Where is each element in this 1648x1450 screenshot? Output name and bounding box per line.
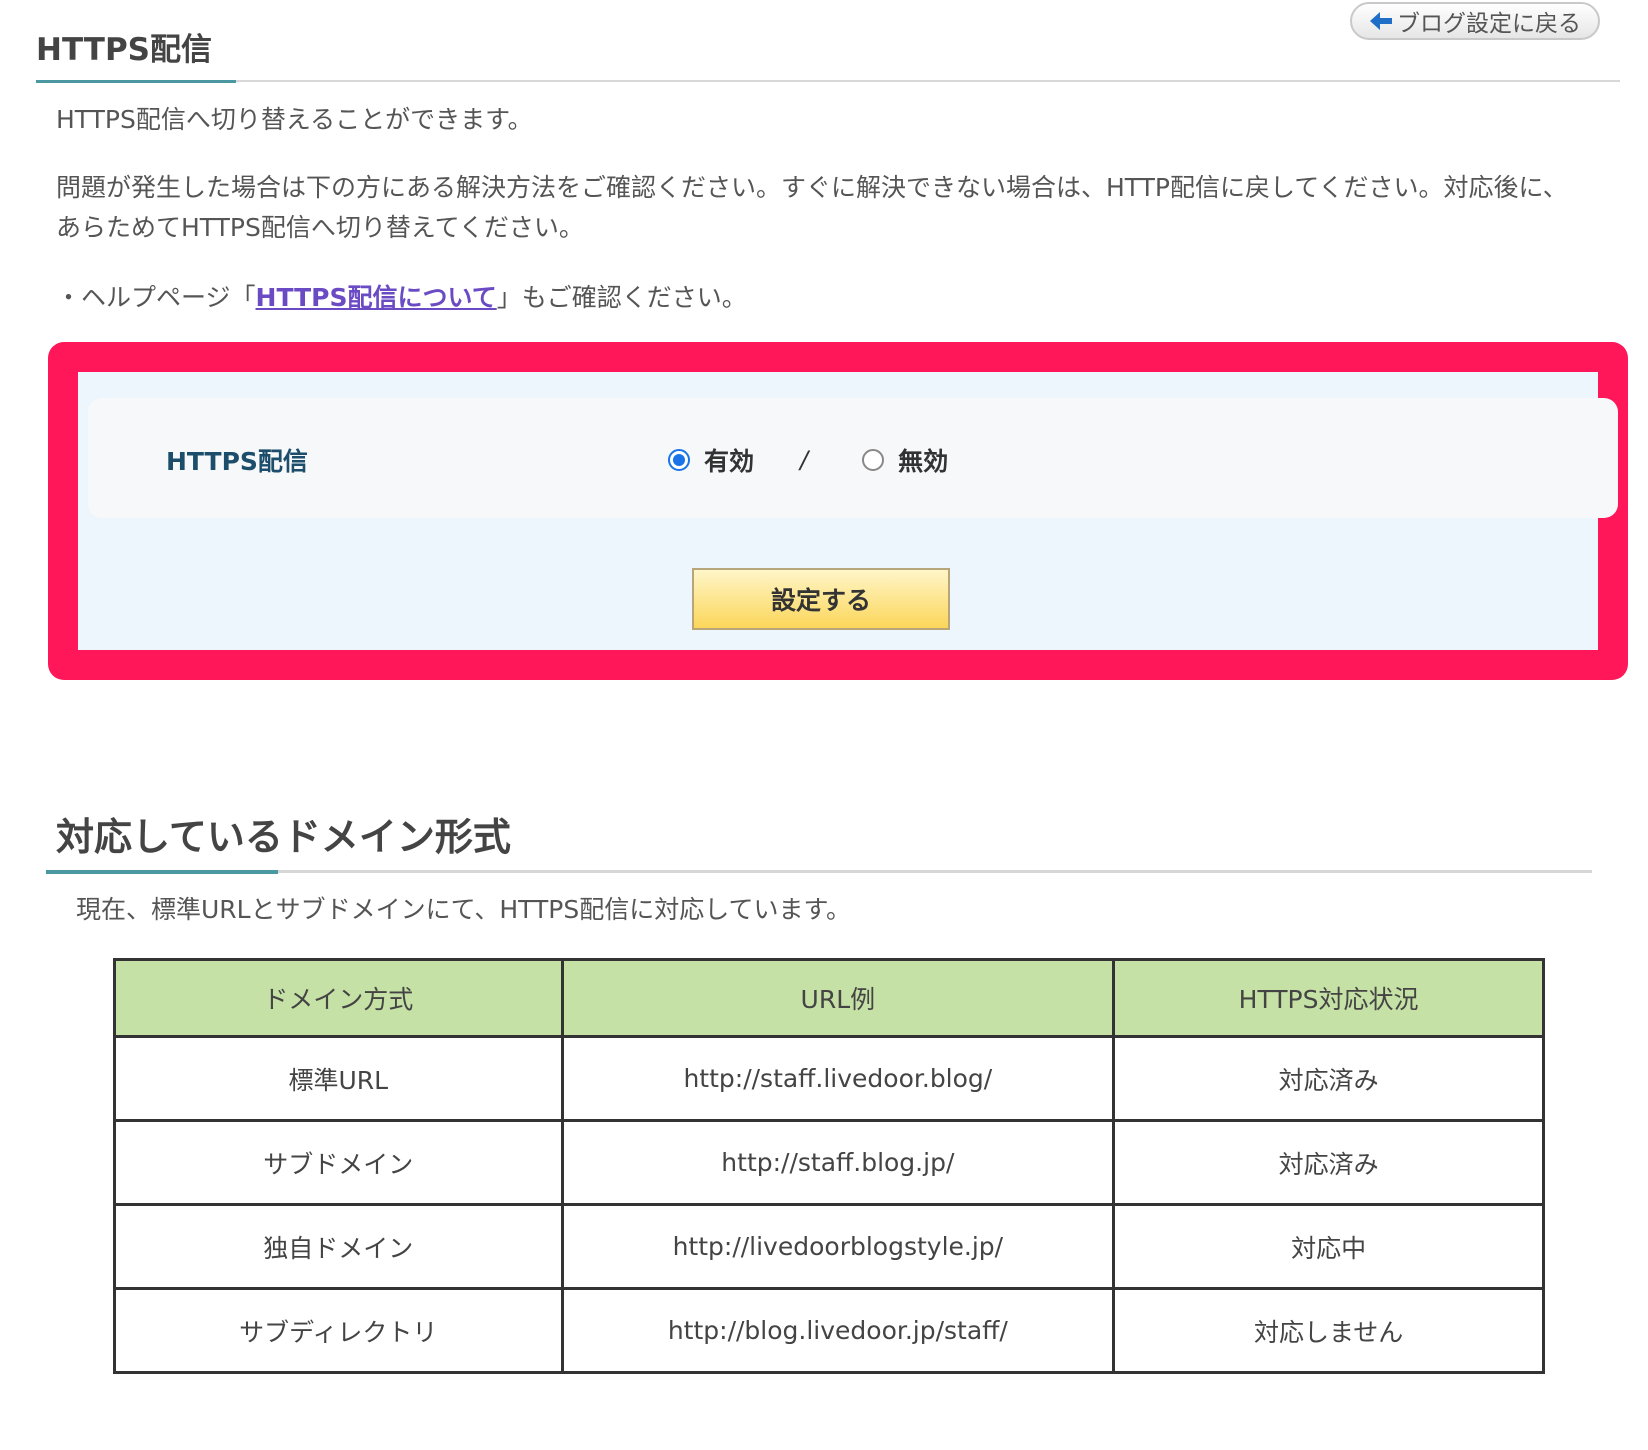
- column-header-domain-type: ドメイン方式: [113, 958, 564, 1038]
- radio-separator: /: [800, 446, 809, 474]
- cell-url-example: http://blog.livedoor.jp/staff/: [560, 1287, 1116, 1374]
- apply-settings-button[interactable]: 設定する: [692, 568, 950, 630]
- column-header-https-status: HTTPS対応状況: [1112, 958, 1545, 1038]
- radio-disabled-label[interactable]: 無効: [898, 442, 948, 478]
- domain-section-description: 現在、標準URLとサブドメインにて、HTTPS配信に対応しています。: [76, 895, 851, 924]
- cell-https-status: 対応済み: [1112, 1119, 1545, 1206]
- cell-url-example: http://livedoorblogstyle.jp/: [560, 1203, 1116, 1290]
- back-button-label: ブログ設定に戻る: [1397, 11, 1581, 37]
- intro-line-1: HTTPS配信へ切り替えることができます。: [56, 105, 533, 134]
- https-settings-panel: HTTPS配信 有効 / 無効 設定する: [48, 342, 1628, 680]
- table-row: サブドメイン http://staff.blog.jp/ 対応済み: [113, 1119, 1545, 1206]
- domain-section-divider: [46, 870, 1592, 874]
- radio-enabled[interactable]: [668, 449, 690, 471]
- table-row: サブディレクトリ http://blog.livedoor.jp/staff/ …: [113, 1287, 1545, 1374]
- cell-https-status: 対応しません: [1112, 1287, 1545, 1374]
- page-title: HTTPS配信: [36, 32, 212, 68]
- https-radio-group: 有効 / 無効: [668, 442, 948, 478]
- cell-domain-type: 標準URL: [113, 1035, 564, 1122]
- radio-disabled[interactable]: [862, 449, 885, 471]
- help-prefix: ・ヘルプページ「: [56, 283, 256, 312]
- table-row: 独自ドメイン http://livedoorblogstyle.jp/ 対応中: [113, 1203, 1545, 1290]
- domain-section-title: 対応しているドメイン形式: [56, 815, 511, 859]
- intro-line-2: 問題が発生した場合は下の方にある解決方法をご確認ください。すぐに解決できない場合…: [56, 173, 1568, 242]
- cell-url-example: http://staff.livedoor.blog/: [560, 1035, 1116, 1122]
- help-note: ・ヘルプページ「HTTPS配信について」もご確認ください。: [56, 278, 747, 318]
- cell-domain-type: 独自ドメイン: [113, 1203, 564, 1290]
- cell-https-status: 対応中: [1112, 1203, 1545, 1290]
- radio-enabled-label[interactable]: 有効: [704, 442, 754, 478]
- cell-https-status: 対応済み: [1112, 1035, 1545, 1122]
- title-divider: [36, 80, 1620, 83]
- column-header-url-example: URL例: [560, 958, 1116, 1038]
- table-row: 標準URL http://staff.livedoor.blog/ 対応済み: [113, 1035, 1545, 1122]
- cell-domain-type: サブドメイン: [113, 1119, 564, 1206]
- help-suffix: 」もご確認ください。: [496, 283, 747, 312]
- https-setting-label: HTTPS配信: [166, 447, 308, 476]
- cell-domain-type: サブディレクトリ: [113, 1287, 564, 1374]
- cell-url-example: http://staff.blog.jp/: [560, 1119, 1116, 1206]
- https-setting-row: HTTPS配信 有効 / 無効: [88, 398, 1618, 518]
- help-link-https[interactable]: HTTPS配信について: [256, 283, 497, 312]
- domain-support-table: ドメイン方式 URL例 HTTPS対応状況 標準URL http://staff…: [113, 958, 1545, 1374]
- table-header-row: ドメイン方式 URL例 HTTPS対応状況: [113, 958, 1545, 1038]
- arrow-left-icon: [1370, 12, 1392, 30]
- back-to-blog-settings-button[interactable]: ブログ設定に戻る: [1350, 2, 1600, 40]
